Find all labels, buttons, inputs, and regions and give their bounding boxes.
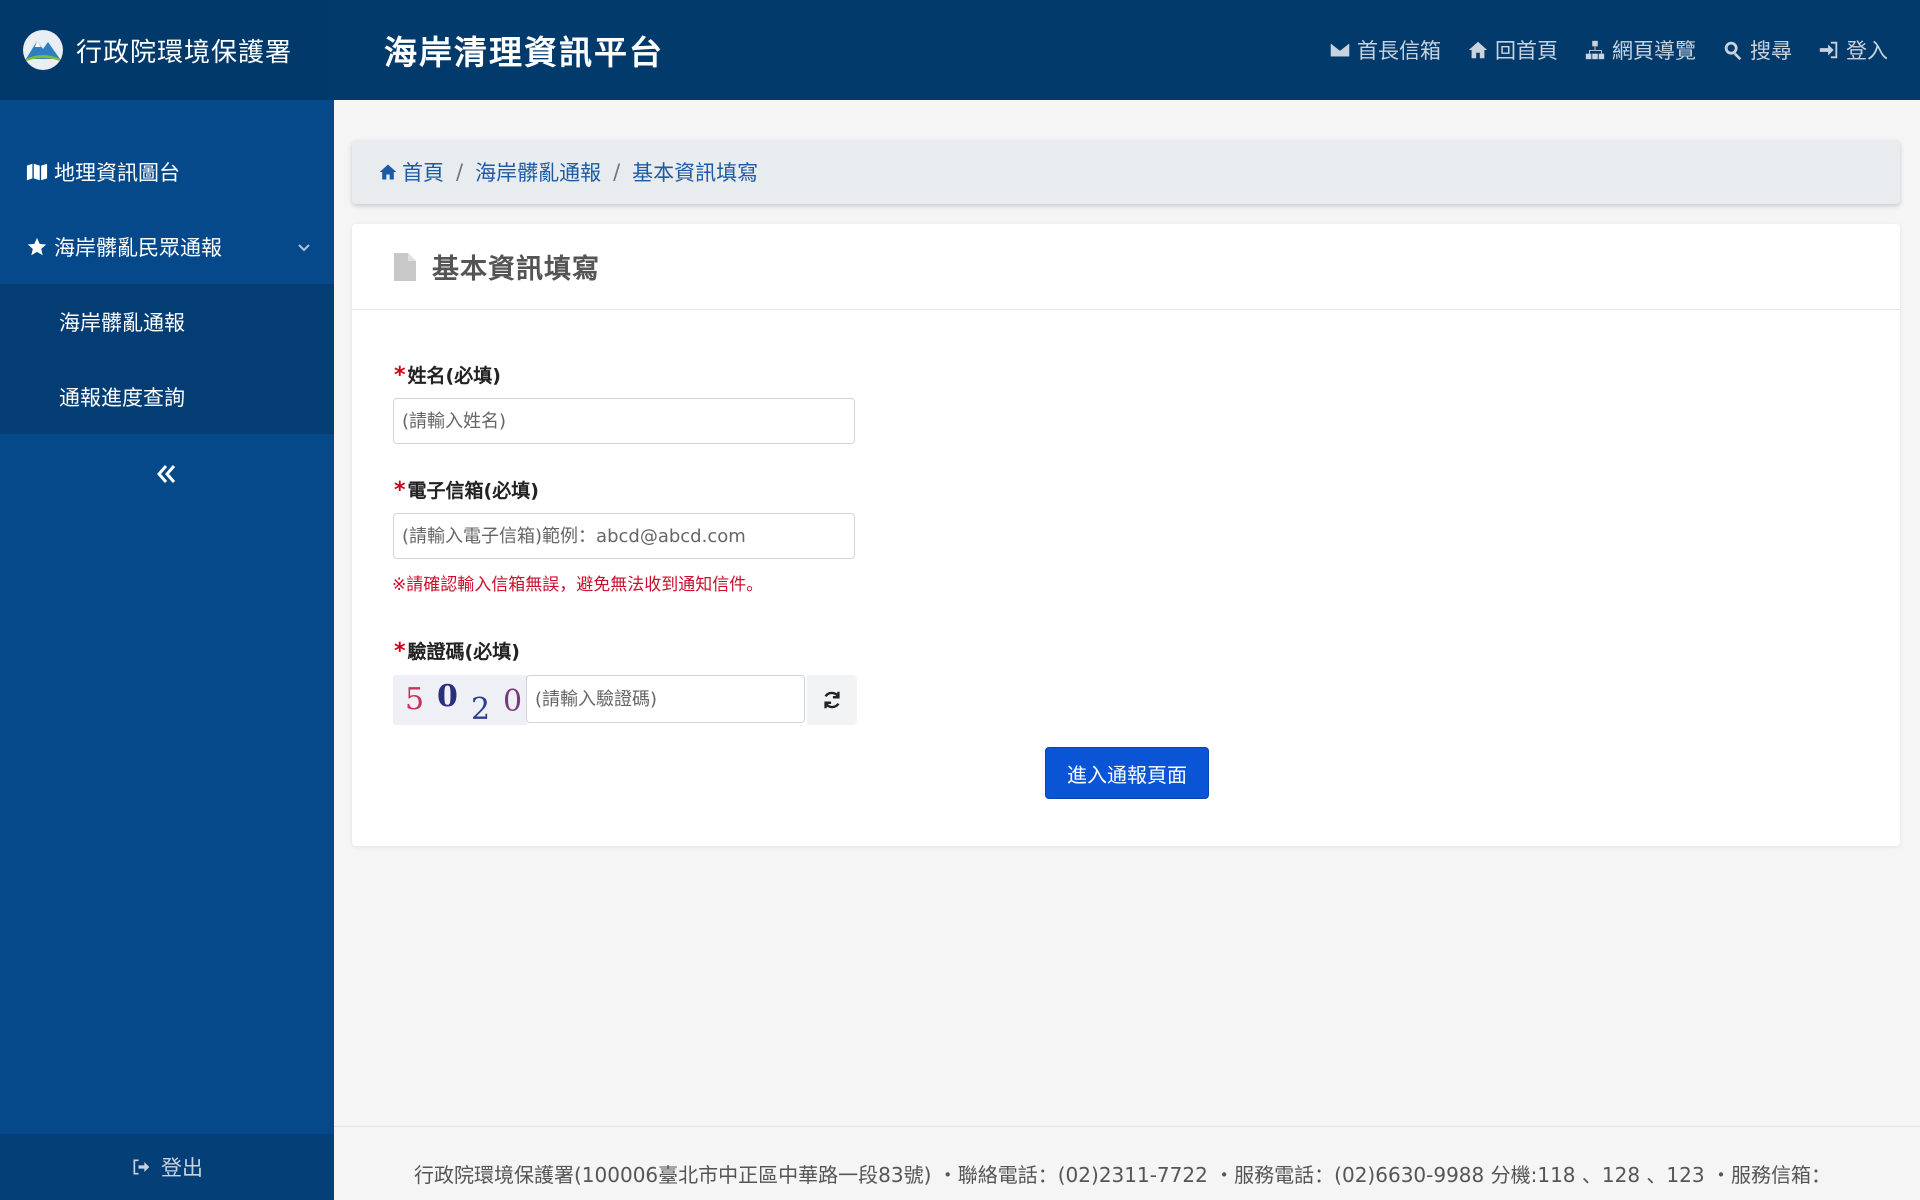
captcha-label-text: 驗證碼(必填) bbox=[407, 641, 520, 663]
breadcrumb-home-label: 首頁 bbox=[402, 161, 444, 185]
nav-home[interactable]: 回首頁 bbox=[1467, 35, 1558, 65]
sidebar-subitem-coast-report[interactable]: 海岸髒亂通報 bbox=[0, 284, 334, 359]
nav-login[interactable]: 登入 bbox=[1818, 35, 1888, 65]
nav-mailbox-label: 首長信箱 bbox=[1357, 39, 1441, 63]
captcha-digit: 5 bbox=[405, 682, 424, 717]
home-icon bbox=[379, 164, 397, 180]
footer: 行政院環境保護署(100006臺北市中正區中華路一段83號) ・聯絡電話：(02… bbox=[334, 1126, 1920, 1200]
footer-contact-info: 行政院環境保護署(100006臺北市中正區中華路一段83號) ・聯絡電話：(02… bbox=[414, 1163, 1831, 1187]
sidebar-item-gis-map[interactable]: 地理資訊圖台 bbox=[0, 134, 334, 209]
captcha-input[interactable] bbox=[526, 675, 805, 723]
captcha-digit: 0 bbox=[437, 679, 458, 714]
required-mark: * bbox=[394, 363, 406, 388]
captcha-label: * 驗證碼(必填) bbox=[394, 637, 520, 664]
sign-out-icon bbox=[133, 1159, 150, 1175]
enter-report-page-button[interactable]: 進入通報頁面 bbox=[1045, 747, 1209, 799]
site-title[interactable]: 海岸清理資訊平台 bbox=[384, 26, 664, 74]
breadcrumb-home[interactable]: 首頁 bbox=[378, 157, 444, 187]
nav-login-label: 登入 bbox=[1846, 39, 1888, 63]
captcha-digit: 0 bbox=[503, 684, 522, 719]
email-input[interactable] bbox=[393, 513, 855, 559]
logout-label: 登出 bbox=[161, 1156, 203, 1180]
star-icon bbox=[27, 237, 47, 255]
captcha-image-graphic: 5 0 2 0 bbox=[405, 679, 522, 727]
sidebar-submenu: 海岸髒亂通報 通報進度查詢 bbox=[0, 284, 334, 434]
nav-sitemap[interactable]: 網頁導覽 bbox=[1584, 35, 1696, 65]
breadcrumb-coast-report[interactable]: 海岸髒亂通報 bbox=[475, 157, 601, 187]
double-chevron-left-icon bbox=[157, 465, 176, 483]
nav-search-label: 搜尋 bbox=[1750, 39, 1792, 63]
required-mark: * bbox=[394, 639, 406, 664]
name-label-text: 姓名(必填) bbox=[407, 365, 501, 387]
breadcrumb: 首頁 / 海岸髒亂通報 / 基本資訊填寫 bbox=[352, 140, 1900, 204]
captcha-refresh-button[interactable] bbox=[807, 675, 857, 725]
refresh-icon bbox=[824, 691, 840, 709]
nav-search[interactable]: 搜尋 bbox=[1722, 35, 1792, 65]
card-title: 基本資訊填寫 bbox=[432, 254, 600, 285]
chevron-down-icon bbox=[298, 243, 310, 251]
sidebar: 地理資訊圖台 海岸髒亂民眾通報 海岸髒亂通報 通報進度查詢 登出 bbox=[0, 100, 334, 1200]
sidebar-item-coast-report-group[interactable]: 海岸髒亂民眾通報 bbox=[0, 209, 334, 284]
required-mark: * bbox=[394, 478, 406, 503]
name-input[interactable] bbox=[393, 398, 855, 444]
sitemap-icon bbox=[1585, 40, 1605, 60]
home-icon bbox=[1468, 41, 1488, 59]
email-label: * 電子信箱(必填) bbox=[394, 476, 539, 503]
sidebar-item-label: 海岸髒亂民眾通報 bbox=[54, 235, 222, 260]
sidebar-subitem-label: 海岸髒亂通報 bbox=[59, 310, 185, 335]
sidebar-item-label: 地理資訊圖台 bbox=[54, 160, 180, 185]
name-label: * 姓名(必填) bbox=[394, 361, 501, 388]
agency-logo bbox=[23, 30, 63, 70]
breadcrumb-separator: / bbox=[613, 160, 621, 184]
email-warning: ※請確認輸入信箱無誤，避免無法收到通知信件。 bbox=[392, 575, 764, 595]
captcha-digit: 2 bbox=[471, 692, 490, 725]
file-icon bbox=[394, 252, 416, 281]
breadcrumb-current[interactable]: 基本資訊填寫 bbox=[632, 157, 758, 187]
top-header: 行政院環境保護署 海岸清理資訊平台 首長信箱 回首頁 網頁導覽 搜尋 登入 bbox=[0, 0, 1920, 100]
captcha-image: 5 0 2 0 bbox=[393, 675, 527, 727]
agency-brand[interactable]: 行政院環境保護署 bbox=[0, 0, 334, 100]
logout-button[interactable]: 登出 bbox=[0, 1134, 334, 1200]
email-label-text: 電子信箱(必填) bbox=[407, 480, 539, 502]
map-icon bbox=[26, 163, 48, 180]
search-icon bbox=[1724, 41, 1742, 61]
sign-in-icon bbox=[1819, 41, 1838, 59]
card-header: 基本資訊填寫 bbox=[352, 224, 1900, 310]
basic-info-card: 基本資訊填寫 *姓名(必填) *電子信箱(必填) ※請確認輸入信箱無誤，避免無法… bbox=[352, 224, 1900, 846]
breadcrumb-separator: / bbox=[456, 160, 464, 184]
envelope-icon bbox=[1330, 43, 1350, 57]
sidebar-subitem-label: 通報進度查詢 bbox=[59, 385, 185, 410]
sidebar-collapse-button[interactable] bbox=[0, 434, 334, 514]
nav-home-label: 回首頁 bbox=[1495, 39, 1558, 63]
nav-sitemap-label: 網頁導覽 bbox=[1612, 39, 1696, 63]
nav-mailbox[interactable]: 首長信箱 bbox=[1329, 35, 1441, 65]
agency-name: 行政院環境保護署 bbox=[76, 37, 293, 68]
top-nav: 首長信箱 回首頁 網頁導覽 搜尋 登入 bbox=[1329, 35, 1888, 65]
sidebar-subitem-progress-query[interactable]: 通報進度查詢 bbox=[0, 359, 334, 434]
